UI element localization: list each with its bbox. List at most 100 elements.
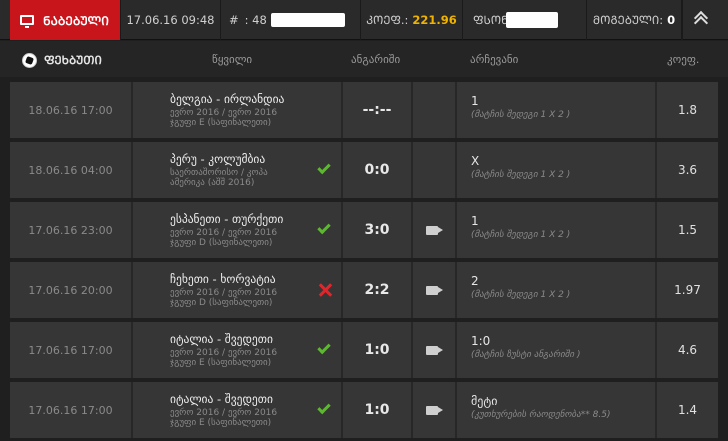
table-row[interactable]: 17.06.16 20:00 ჩეხეთი - ხორვატია ევრო 2016… xyxy=(10,262,718,318)
event-name: ესპანეთი - თურქეთი xyxy=(170,212,284,226)
event-league-line2: ამერიკა (აშშ 2016) xyxy=(170,178,255,188)
table-row[interactable]: 17.06.16 17:00 იტალია - შვედეთი ევრო 2016 … xyxy=(10,382,718,438)
pick-value: 1 xyxy=(471,214,479,228)
event-name: ჩეხეთი - ხორვატია xyxy=(170,272,276,286)
check-icon xyxy=(317,160,333,178)
event-date: 17.06.16 17:00 xyxy=(10,322,133,378)
pick-cell: X (მატჩის შედეგი 1 X 2 ) xyxy=(457,142,657,198)
check-icon xyxy=(317,400,333,418)
event-league-line2: ჯგუფი E (საფინალეთი) xyxy=(170,358,272,368)
video-camera-icon[interactable] xyxy=(425,405,438,415)
pick-cell: 1:0 (მატჩის ზუსტი ანგარიში ) xyxy=(457,322,657,378)
event-date: 17.06.16 20:00 xyxy=(10,262,133,318)
pick-value: X xyxy=(471,154,480,168)
ticket-id: # : 48 xyxy=(221,0,361,40)
column-header-event: წყვილი xyxy=(212,53,253,66)
event-score: 2:2 xyxy=(343,262,413,318)
event-name: იტალია - შვედეთი xyxy=(170,392,273,406)
event-league: ევრო 2016 / ევრო 2016 ჯგუფი E (საფინალეთი… xyxy=(170,348,277,368)
event-league-line2: ჯგუფი D (საფინალეთი) xyxy=(170,238,273,248)
check-icon xyxy=(317,340,333,358)
pick-market: (კუთხურების რაოდენობა** 8.5) xyxy=(471,410,611,420)
event-score: 1:0 xyxy=(343,322,413,378)
event-score: 0:0 xyxy=(343,142,413,198)
table-row[interactable]: 18.06.16 17:00 ბელგია - ირლანდია ევრო 2016… xyxy=(10,82,718,138)
pick-market: (მატჩის შედეგი 1 X 2 ) xyxy=(471,110,571,120)
event-name: იტალია - შვედეთი xyxy=(170,332,273,346)
winnings: ᲛᲝᲒᲔᲑᲣᲚᲘ: 0 xyxy=(587,0,682,40)
event-cell: იტალია - შვედეთი ევრო 2016 / ევრო 2016 ჯგუ… xyxy=(133,322,343,378)
table-row[interactable]: 17.06.16 17:00 იტალია - შვედეთი ევრო 2016 … xyxy=(10,322,718,378)
event-league-line1: ევრო 2016 / ევრო 2016 xyxy=(170,348,278,358)
ticket-date: 17.06.16 09:48 xyxy=(121,0,221,40)
column-header-odds: კოეფ. xyxy=(667,53,700,66)
video-cell xyxy=(413,82,457,138)
ticket-id-value: : 48 xyxy=(244,13,267,27)
pick-value: 1:0 xyxy=(471,334,491,348)
redacted-block xyxy=(270,13,345,27)
pick-cell: მეტი (კუთხურების რაოდენობა** 8.5) xyxy=(457,382,657,438)
stake-label: ᲤᲡᲝᲜ xyxy=(473,12,509,27)
pick-market: (მატჩის შედეგი 1 X 2 ) xyxy=(471,230,571,240)
video-cell xyxy=(413,322,457,378)
video-camera-icon[interactable] xyxy=(425,345,438,355)
video-cell xyxy=(413,142,457,198)
event-league-line2: ჯგუფი E (საფინალეთი) xyxy=(170,118,272,128)
table-row[interactable]: 18.06.16 04:00 პერუ - კოლუმბია საერთაშორის… xyxy=(10,142,718,198)
video-camera-icon[interactable] xyxy=(425,225,438,235)
sport-label: ᲤᲔᲮᲑᲣᲗᲘ xyxy=(44,53,102,67)
pick-odds: 1.4 xyxy=(677,403,698,417)
video-cell xyxy=(413,382,457,438)
event-league: ევრო 2016 / ევრო 2016 ჯგუფი E (საფინალეთი… xyxy=(170,408,277,428)
redacted-block xyxy=(506,12,559,28)
event-cell: ესპანეთი - თურქეთი ევრო 2016 / ევრო 2016 ჯ… xyxy=(133,202,343,258)
coef-label: ᲙᲝᲔᲤ.: xyxy=(366,12,409,27)
cross-icon xyxy=(317,282,333,298)
event-league: ევრო 2016 / ევრო 2016 ჯგუფი D (საფინალეთი… xyxy=(170,288,277,308)
column-header-pick: არჩევანი xyxy=(470,53,519,66)
event-name: ბელგია - ირლანდია xyxy=(170,92,285,106)
ticket-header-bar: ᲜᲐᲑᲔᲑᲣᲚᲘ 17.06.16 09:48 # : 48 ᲙᲝᲔᲤ.: 22… xyxy=(0,0,728,40)
pick-market: (მატჩის ზუსტი ანგარიში ) xyxy=(471,350,581,360)
coef-value: 221.96 xyxy=(412,13,457,27)
tab-active-bets[interactable]: ᲜᲐᲑᲔᲑᲣᲚᲘ xyxy=(10,0,121,40)
event-league: ევრო 2016 / ევრო 2016 ჯგუფი E (საფინალეთი… xyxy=(170,108,277,128)
event-league-line1: ევრო 2016 / ევრო 2016 xyxy=(170,408,278,418)
pick-market: (მატჩის შედეგი 1 X 2 ) xyxy=(471,290,571,300)
event-league: საერთაშორისო / კოპა ამერიკა (აშშ 2016) xyxy=(170,168,268,188)
ticket-id-hash: # xyxy=(229,13,239,27)
pick-odds: 4.6 xyxy=(677,343,698,357)
event-score: 1:0 xyxy=(343,382,413,438)
event-league: ევრო 2016 / ევრო 2016 ჯგუფი D (საფინალეთი… xyxy=(170,228,277,248)
column-header-score: ანგარიში xyxy=(351,53,401,66)
event-score: --:-- xyxy=(343,82,413,138)
total-coefficient: ᲙᲝᲔᲤ.: 221.96 xyxy=(361,0,463,40)
win-label: ᲛᲝᲒᲔᲑᲣᲚᲘ: xyxy=(592,12,664,27)
soccer-ball-icon xyxy=(22,53,37,68)
pick-odds: 3.6 xyxy=(677,163,698,177)
pick-odds: 1.5 xyxy=(677,223,698,237)
pick-cell: 1 (მატჩის შედეგი 1 X 2 ) xyxy=(457,202,657,258)
table-row[interactable]: 17.06.16 23:00 ესპანეთი - თურქეთი ევრო 201… xyxy=(10,202,718,258)
event-cell: ჩეხეთი - ხორვატია ევრო 2016 / ევრო 2016 ჯგ… xyxy=(133,262,343,318)
event-cell: პერუ - კოლუმბია საერთაშორისო / კოპა ამერიკ… xyxy=(133,142,343,198)
monitor-icon xyxy=(20,15,34,28)
check-icon xyxy=(317,220,333,238)
event-league-line2: ჯგუფი D (საფინალეთი) xyxy=(170,298,273,308)
tab-label: ᲜᲐᲑᲔᲑᲣᲚᲘ xyxy=(43,13,109,28)
event-cell: ბელგია - ირლანდია ევრო 2016 / ევრო 2016 ჯგ… xyxy=(133,82,343,138)
table-header: ᲤᲔᲮᲑᲣᲗᲘ წყვილი ანგარიში არჩევანი კოეფ. xyxy=(0,41,728,77)
event-league-line2: ჯგუფი E (საფინალეთი) xyxy=(170,418,272,428)
event-league-line1: ევრო 2016 / ევრო 2016 xyxy=(170,108,278,118)
video-camera-icon[interactable] xyxy=(425,285,438,295)
pick-value: 2 xyxy=(471,274,479,288)
video-cell xyxy=(413,262,457,318)
event-name: პერუ - კოლუმბია xyxy=(170,152,266,166)
pick-value: მეტი xyxy=(471,394,498,408)
collapse-button[interactable] xyxy=(682,0,718,40)
event-score: 3:0 xyxy=(343,202,413,258)
double-chevron-up-icon xyxy=(693,10,708,30)
event-league-line1: ევრო 2016 / ევრო 2016 xyxy=(170,288,278,298)
event-date: 18.06.16 04:00 xyxy=(10,142,133,198)
event-league-line1: საერთაშორისო / კოპა xyxy=(170,168,268,178)
